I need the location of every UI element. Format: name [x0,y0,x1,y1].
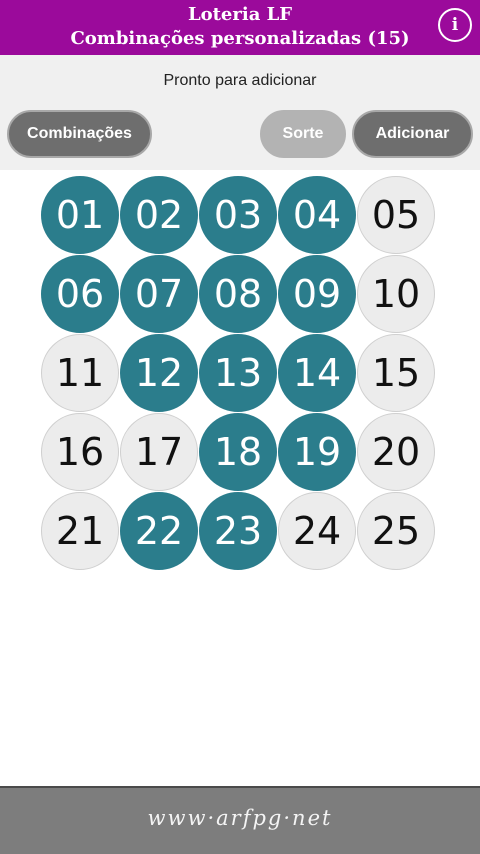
number-ball-21[interactable]: 21 [41,492,119,570]
footer-banner[interactable]: www·arfpg·net [0,786,480,854]
app-subtitle: Combinações personalizadas (15) [70,28,410,49]
number-grid: 01 02 03 04 05 06 07 08 09 10 11 12 13 14 15 16 17 18 19 20… [41,176,439,574]
status-text: Pronto para adicionar [163,72,317,89]
number-ball-13[interactable]: 13 [199,334,277,412]
number-ball-12[interactable]: 12 [120,334,198,412]
app-title: Loteria LF [187,4,293,25]
number-ball-17[interactable]: 17 [120,413,198,491]
info-icon[interactable]: i [438,8,472,42]
number-ball-04[interactable]: 04 [278,176,356,254]
number-ball-10[interactable]: 10 [357,255,435,333]
number-ball-05[interactable]: 05 [357,176,435,254]
number-ball-14[interactable]: 14 [278,334,356,412]
number-ball-08[interactable]: 08 [199,255,277,333]
number-ball-07[interactable]: 07 [120,255,198,333]
number-ball-09[interactable]: 09 [278,255,356,333]
number-ball-02[interactable]: 02 [120,176,198,254]
sorte-button[interactable]: Sorte [260,110,346,158]
number-ball-23[interactable]: 23 [199,492,277,570]
number-ball-22[interactable]: 22 [120,492,198,570]
number-ball-15[interactable]: 15 [357,334,435,412]
number-ball-19[interactable]: 19 [278,413,356,491]
combinacoes-button[interactable]: Combinações [7,110,152,158]
number-ball-20[interactable]: 20 [357,413,435,491]
number-ball-01[interactable]: 01 [41,176,119,254]
number-ball-16[interactable]: 16 [41,413,119,491]
app-header: Loteria LF Combinações personalizadas (1… [0,0,480,55]
adicionar-button[interactable]: Adicionar [352,110,473,158]
number-ball-18[interactable]: 18 [199,413,277,491]
number-ball-25[interactable]: 25 [357,492,435,570]
number-ball-24[interactable]: 24 [278,492,356,570]
number-ball-11[interactable]: 11 [41,334,119,412]
number-ball-03[interactable]: 03 [199,176,277,254]
footer-link[interactable]: www·arfpg·net [0,788,480,830]
number-ball-06[interactable]: 06 [41,255,119,333]
